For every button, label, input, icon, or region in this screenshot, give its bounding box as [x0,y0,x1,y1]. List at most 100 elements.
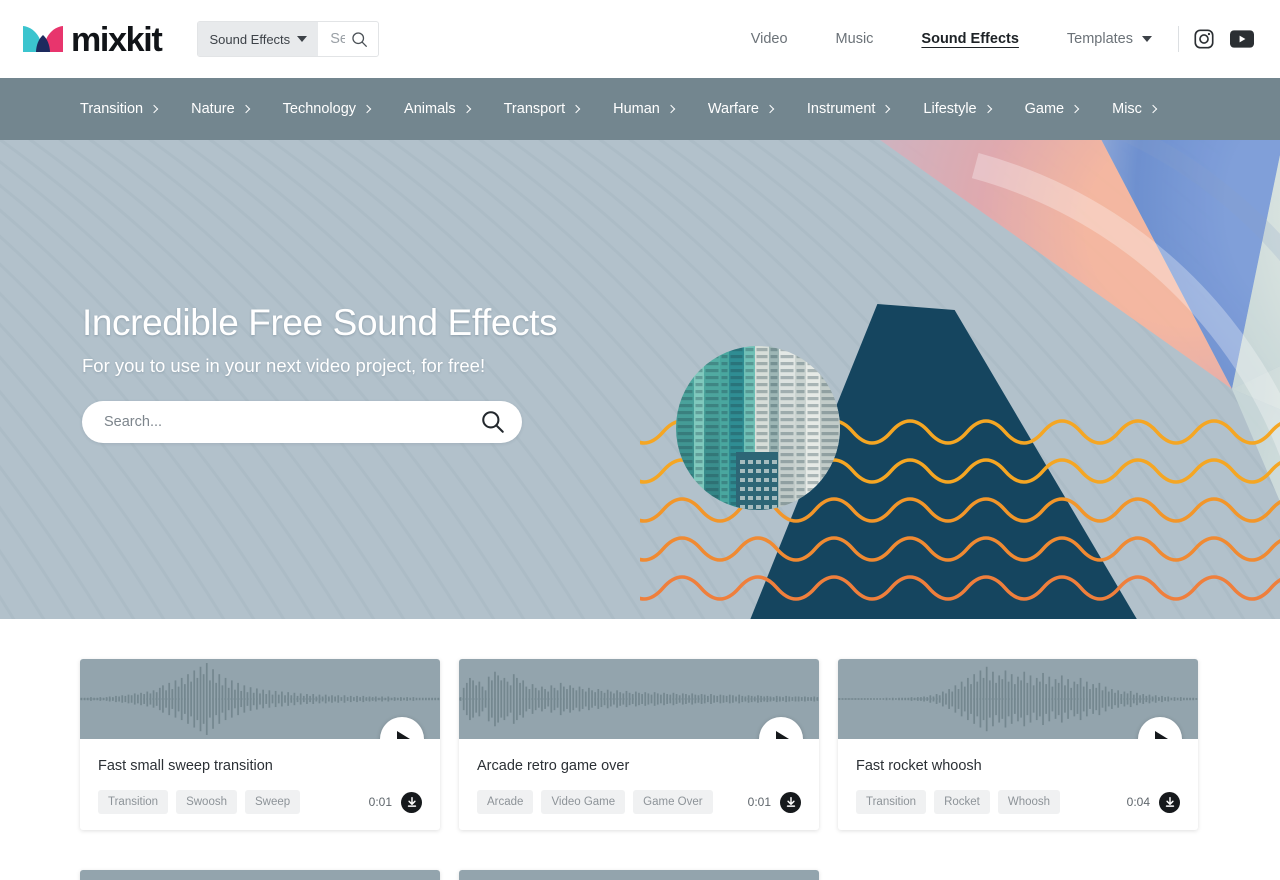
chevron-right-icon [149,104,159,114]
category-animals[interactable]: Animals [404,101,471,117]
waveform[interactable] [838,659,1198,739]
header-search[interactable]: Sound Effects [197,21,380,57]
download-icon [407,796,416,807]
category-label: Misc [1112,101,1142,117]
sound-card[interactable] [80,870,440,880]
hero-subtitle: For you to use in your next video projec… [82,354,486,376]
brand-logo[interactable]: mixkit [22,21,163,59]
chevron-right-icon [983,104,992,114]
hero-title: Incredible Free Sound Effects [82,302,558,343]
category-lifestyle[interactable]: Lifestyle [923,101,992,117]
brand-name: mixkit [71,21,163,59]
chevron-right-icon [1148,104,1158,114]
waveform[interactable] [459,870,819,880]
sound-card[interactable]: Arcade retro game over Arcade Video Game… [459,659,819,830]
header-search-category-label: Sound Effects [209,31,291,47]
category-nav: Transition Nature Technology Animals Tra… [0,78,1280,140]
category-label: Technology [282,101,357,117]
waveform[interactable] [80,870,440,880]
search-icon[interactable] [480,409,506,435]
caret-down-icon [297,36,308,42]
tag-list: Transition Rocket Whoosh [856,790,1061,814]
category-label: Instrument [806,101,876,117]
tag[interactable]: Transition [98,790,169,814]
waveform-svg [80,870,440,880]
sound-results: Fast small sweep transition Transition S… [0,619,1280,880]
search-icon[interactable] [351,31,368,48]
social-links [1193,28,1256,50]
main-nav: Video Music Sound Effects Templates [727,26,1256,52]
category-transition[interactable]: Transition [80,101,159,117]
category-game[interactable]: Game [1024,101,1080,117]
sound-card[interactable] [459,870,819,880]
chevron-right-icon [1070,104,1080,114]
download-icon [786,796,795,807]
duration: 0:04 [1126,795,1150,809]
tag[interactable]: Video Game [541,790,626,814]
duration: 0:01 [747,795,771,809]
tag[interactable]: Rocket [934,790,990,814]
nav-divider [1178,26,1179,52]
tag[interactable]: Swoosh [176,790,237,814]
category-label: Lifestyle [923,101,977,117]
sound-card-grid: Fast small sweep transition Transition S… [80,659,1200,880]
instagram-icon[interactable] [1193,28,1215,50]
chevron-right-icon [462,104,471,114]
nav-item-video[interactable]: Video [727,31,812,47]
header-search-input[interactable] [330,31,346,47]
sound-card[interactable]: Fast small sweep transition Transition S… [80,659,440,830]
category-label: Human [613,101,660,117]
tag[interactable]: Whoosh [997,790,1061,814]
waveform-svg [459,870,819,880]
download-button[interactable] [1159,791,1180,813]
download-button[interactable] [780,791,801,813]
sound-title: Fast rocket whoosh [856,758,982,774]
logo-arcs-icon [23,26,63,52]
chevron-right-icon [362,104,372,114]
download-icon [1165,796,1174,807]
mixkit-logo-mark [22,24,64,54]
chevron-right-icon [666,104,676,114]
sound-title: Fast small sweep transition [98,758,273,774]
sound-title: Arcade retro game over [477,758,630,774]
category-misc[interactable]: Misc [1112,101,1158,117]
tag[interactable]: Arcade [477,790,534,814]
tag[interactable]: Transition [856,790,927,814]
category-label: Game [1024,101,1065,117]
nav-item-music[interactable]: Music [812,31,898,47]
category-label: Nature [191,101,235,117]
category-instrument[interactable]: Instrument [806,101,891,117]
chevron-right-icon [765,104,775,114]
chevron-right-icon [571,104,581,114]
play-icon [397,731,410,739]
download-button[interactable] [401,791,422,813]
hero-search[interactable] [82,400,522,443]
sound-card[interactable]: Fast rocket whoosh Transition Rocket Who… [838,659,1198,830]
caret-down-icon [1142,36,1152,42]
tag-list: Transition Swoosh Sweep [98,790,301,814]
nav-item-templates[interactable]: Templates [1043,31,1172,47]
category-label: Warfare [707,101,759,117]
duration: 0:01 [368,795,392,809]
youtube-icon[interactable] [1230,30,1254,48]
nav-item-sound-effects[interactable]: Sound Effects [897,31,1042,47]
tag[interactable]: Game Over [633,790,713,814]
waveform[interactable] [459,659,819,739]
play-icon [1155,731,1168,739]
tag[interactable]: Sweep [245,790,301,814]
category-warfare[interactable]: Warfare [707,101,775,117]
hero-banner: Incredible Free Sound Effects For you to… [0,140,1280,619]
waveform[interactable] [80,659,440,739]
category-label: Transport [503,101,566,117]
category-nature[interactable]: Nature [191,101,250,117]
category-human[interactable]: Human [613,101,676,117]
category-technology[interactable]: Technology [282,101,372,117]
hero-search-input[interactable] [104,413,480,430]
chevron-right-icon [882,104,891,114]
chevron-right-icon [241,104,250,114]
category-transport[interactable]: Transport [503,101,581,117]
header-search-category[interactable]: Sound Effects [198,22,319,56]
site-header: mixkit Sound Effects Video Music Sound E… [0,0,1280,78]
tag-list: Arcade Video Game Game Over [477,790,713,814]
nav-item-templates-label: Templates [1066,31,1133,47]
